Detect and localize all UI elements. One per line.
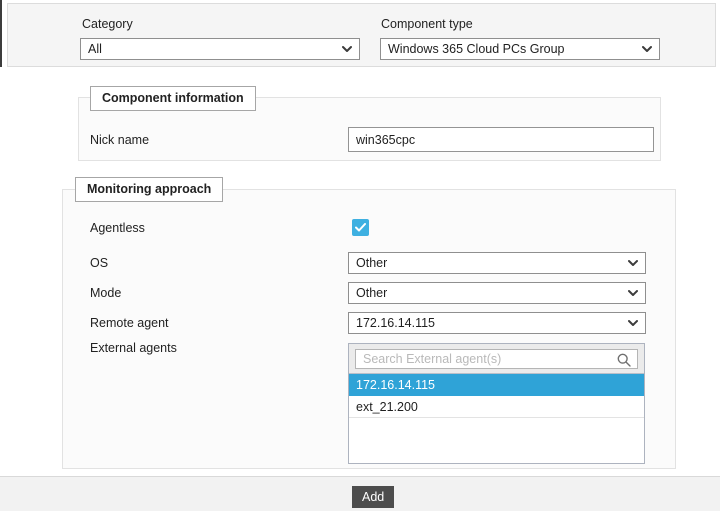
window-edge xyxy=(0,0,2,67)
os-select-value: Other xyxy=(356,256,388,270)
external-agents-label: External agents xyxy=(90,341,177,355)
remote-agent-select-value: 172.16.14.115 xyxy=(356,316,436,330)
component-type-select[interactable]: Windows 365 Cloud PCs Group xyxy=(380,38,660,60)
chevron-down-icon xyxy=(628,260,638,266)
external-agents-picker: 172.16.14.115 ext_21.200 xyxy=(348,343,645,464)
footer-bar: Add xyxy=(0,476,720,511)
external-agent-option[interactable]: 172.16.14.115 xyxy=(349,374,644,396)
external-agents-search-bar xyxy=(349,344,644,374)
add-component-form: Category All Component type Windows 365 … xyxy=(0,0,720,511)
external-agents-list: 172.16.14.115 ext_21.200 xyxy=(349,374,644,418)
agentless-checkbox[interactable] xyxy=(352,219,369,236)
mode-select-value: Other xyxy=(356,286,388,300)
os-label: OS xyxy=(90,256,109,270)
mode-select[interactable]: Other xyxy=(348,282,646,304)
nick-name-input[interactable] xyxy=(348,127,654,152)
chevron-down-icon xyxy=(642,46,652,52)
chevron-down-icon xyxy=(628,290,638,296)
filter-panel: Category All Component type Windows 365 … xyxy=(7,3,716,67)
add-button[interactable]: Add xyxy=(352,486,395,508)
chevron-down-icon xyxy=(342,46,352,52)
mode-label: Mode xyxy=(90,286,122,300)
remote-agent-label: Remote agent xyxy=(90,316,169,330)
category-select-value: All xyxy=(88,42,102,56)
nick-name-label: Nick name xyxy=(90,133,150,147)
agentless-label: Agentless xyxy=(90,221,145,235)
remote-agent-select[interactable]: 172.16.14.115 xyxy=(348,312,646,334)
component-type-label: Component type xyxy=(381,17,473,31)
chevron-down-icon xyxy=(628,320,638,326)
category-select[interactable]: All xyxy=(80,38,360,60)
os-select[interactable]: Other xyxy=(348,252,646,274)
check-icon xyxy=(355,223,366,232)
category-label: Category xyxy=(82,17,133,31)
monitoring-approach-legend: Monitoring approach xyxy=(75,177,224,202)
external-agent-option[interactable]: ext_21.200 xyxy=(349,396,644,418)
component-information-legend: Component information xyxy=(90,86,256,111)
external-agents-search-input[interactable] xyxy=(355,349,638,369)
component-type-select-value: Windows 365 Cloud PCs Group xyxy=(388,42,565,56)
